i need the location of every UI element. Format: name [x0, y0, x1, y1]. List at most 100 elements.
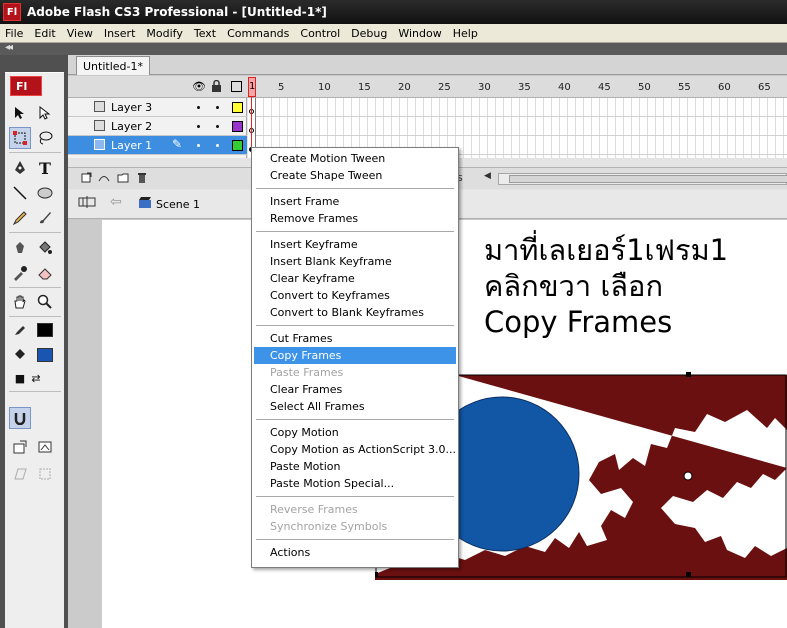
pen-tool-icon[interactable] — [9, 157, 31, 179]
line-tool-icon[interactable] — [9, 182, 31, 204]
eye-icon[interactable]: 👁 — [192, 80, 206, 93]
scroll-left-icon[interactable]: ◀ — [484, 171, 491, 181]
eraser-tool-icon[interactable] — [34, 262, 56, 284]
insert-layer-icon[interactable] — [81, 172, 92, 186]
menu-window[interactable]: Window — [393, 27, 447, 40]
menu-item-paste-motion[interactable]: Paste Motion — [254, 458, 456, 475]
menu-item-create-motion-tween[interactable]: Create Motion Tween — [254, 150, 456, 167]
menu-insert[interactable]: Insert — [99, 27, 142, 40]
paint-bucket-tool-icon[interactable] — [34, 237, 56, 259]
swap-colors-icon[interactable]: ⇄ — [25, 367, 47, 389]
fill-bucket-icon — [9, 344, 31, 366]
layer-color-swatch[interactable] — [232, 140, 243, 151]
insert-folder-icon[interactable] — [117, 172, 129, 186]
transform-handle[interactable] — [686, 372, 691, 377]
brush-tool-icon[interactable] — [34, 207, 56, 229]
layer-color-swatch[interactable] — [232, 102, 243, 113]
menu-modify[interactable]: Modify — [141, 27, 188, 40]
menu-item-insert-blank-keyframe[interactable]: Insert Blank Keyframe — [254, 253, 456, 270]
menu-control[interactable]: Control — [295, 27, 346, 40]
oval-tool-icon[interactable] — [34, 182, 56, 204]
snap-to-objects-icon[interactable] — [9, 407, 31, 429]
annotation-line-3: Copy Frames — [484, 305, 673, 339]
layer-name: Layer 3 — [111, 101, 153, 114]
scene-name[interactable]: Scene 1 — [156, 198, 200, 211]
document-tab-bar: Untitled-1* — [68, 55, 787, 75]
menu-bar: File Edit View Insert Modify Text Comman… — [0, 24, 787, 43]
menu-item-cut-frames[interactable]: Cut Frames — [254, 330, 456, 347]
menu-item-remove-frames[interactable]: Remove Frames — [254, 210, 456, 227]
transform-center-point[interactable] — [683, 471, 693, 481]
zoom-tool-icon[interactable] — [34, 291, 56, 313]
menu-item-convert-to-keyframes[interactable]: Convert to Keyframes — [254, 287, 456, 304]
lasso-tool-icon[interactable] — [34, 127, 56, 149]
menu-view[interactable]: View — [62, 27, 99, 40]
menu-item-copy-motion-as-actionscript-3-0[interactable]: Copy Motion as ActionScript 3.0... — [254, 441, 456, 458]
menu-item-insert-keyframe[interactable]: Insert Keyframe — [254, 236, 456, 253]
back-arrow-icon[interactable]: ⇦ — [110, 194, 122, 210]
outline-icon[interactable] — [231, 81, 242, 92]
visibility-dot[interactable] — [197, 125, 200, 128]
delete-layer-icon[interactable] — [137, 172, 147, 187]
menu-item-reverse-frames: Reverse Frames — [270, 503, 358, 516]
menu-item-select-all-frames[interactable]: Select All Frames — [254, 398, 456, 415]
menu-commands[interactable]: Commands — [222, 27, 295, 40]
stroke-color-swatch[interactable] — [34, 319, 56, 341]
selection-tool-icon[interactable] — [9, 102, 31, 124]
lock-dot[interactable] — [216, 106, 219, 109]
transform-handle[interactable] — [686, 572, 691, 577]
visibility-dot[interactable] — [197, 144, 200, 147]
smooth-icon[interactable] — [9, 436, 31, 458]
layer-row-3[interactable]: Layer 3 — [68, 98, 247, 117]
pencil-tool-icon[interactable] — [9, 207, 31, 229]
menu-item-paste-motion-special[interactable]: Paste Motion Special... — [254, 475, 456, 492]
layer-icon — [94, 139, 105, 150]
free-transform-tool-icon[interactable] — [9, 127, 31, 149]
fill-color-swatch[interactable] — [34, 344, 56, 366]
menu-item-copy-motion[interactable]: Copy Motion — [254, 424, 456, 441]
playhead-frame-number: 1 — [249, 81, 256, 92]
ruler-num-35: 35 — [518, 82, 531, 93]
lock-dot[interactable] — [216, 125, 219, 128]
annotation-line-2: คลิกขวา เลือก — [484, 269, 663, 303]
tool-separator — [9, 152, 61, 153]
stroke-pencil-icon — [9, 319, 31, 341]
menu-item-clear-frames[interactable]: Clear Frames — [254, 381, 456, 398]
flash-logo: Fl — [10, 76, 42, 96]
collapse-arrows-icon[interactable]: ◂◂ — [5, 42, 13, 53]
visibility-dot[interactable] — [197, 106, 200, 109]
timeline-toggle-icon[interactable] — [78, 195, 96, 213]
menu-item-clear-keyframe[interactable]: Clear Keyframe — [254, 270, 456, 287]
tools-panel: Fl T ■ ⇄ — [0, 55, 68, 628]
lock-icon[interactable] — [211, 79, 222, 95]
layer-row-1[interactable]: Layer 1 ✎ — [68, 136, 247, 155]
menu-help[interactable]: Help — [448, 27, 484, 40]
scrollbar-thumb[interactable] — [509, 175, 787, 183]
eyedropper-tool-icon[interactable] — [9, 262, 31, 284]
menu-item-convert-to-blank-keyframes[interactable]: Convert to Blank Keyframes — [254, 304, 456, 321]
straighten-icon[interactable] — [34, 436, 56, 458]
subselection-tool-icon[interactable] — [34, 102, 56, 124]
add-motion-guide-icon[interactable] — [98, 172, 110, 186]
hand-tool-icon[interactable] — [9, 291, 31, 313]
menu-file[interactable]: File — [0, 27, 29, 40]
menu-item-actions[interactable]: Actions — [254, 544, 456, 561]
timeline-horizontal-scrollbar[interactable] — [498, 173, 787, 185]
text-tool-icon[interactable]: T — [34, 157, 56, 179]
menu-item-create-shape-tween[interactable]: Create Shape Tween — [254, 167, 456, 184]
menu-item-insert-frame[interactable]: Insert Frame — [254, 193, 456, 210]
menu-item-paste-frames: Paste Frames — [270, 366, 344, 379]
ruler-num-50: 50 — [638, 82, 651, 93]
document-tab[interactable]: Untitled-1* — [76, 56, 150, 75]
layer-row-2[interactable]: Layer 2 — [68, 117, 247, 136]
ink-bottle-tool-icon[interactable] — [9, 237, 31, 259]
layer-color-swatch[interactable] — [232, 121, 243, 132]
menu-debug[interactable]: Debug — [346, 27, 393, 40]
ruler-num-55: 55 — [678, 82, 691, 93]
lock-dot[interactable] — [216, 144, 219, 147]
menu-item-copy-frames[interactable]: Copy Frames — [254, 347, 456, 364]
layer-list: Layer 3 Layer 2 Layer 1 ✎ — [68, 98, 247, 158]
menu-edit[interactable]: Edit — [29, 27, 61, 40]
transform-handle[interactable] — [375, 572, 378, 577]
menu-text[interactable]: Text — [189, 27, 222, 40]
